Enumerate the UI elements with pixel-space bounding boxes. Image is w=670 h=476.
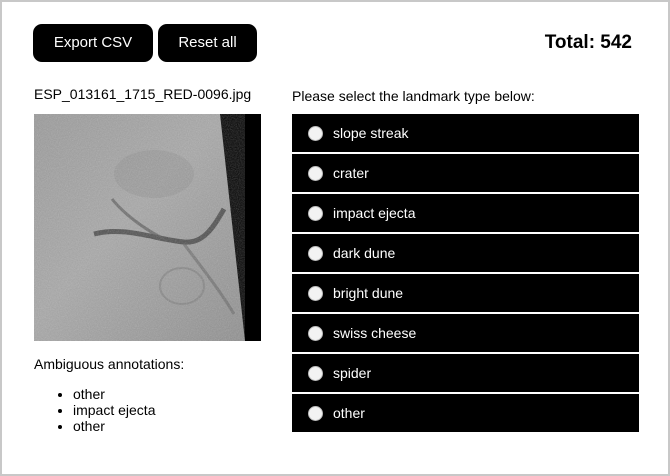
option-label: dark dune bbox=[333, 245, 396, 261]
reset-all-button[interactable]: Reset all bbox=[158, 24, 257, 62]
option-crater[interactable]: crater bbox=[292, 154, 639, 192]
selection-prompt: Please select the landmark type below: bbox=[292, 88, 535, 104]
list-item: other bbox=[73, 386, 155, 402]
landmark-image bbox=[34, 114, 261, 341]
radio-icon[interactable] bbox=[308, 405, 323, 421]
option-label: impact ejecta bbox=[333, 205, 416, 221]
radio-icon[interactable] bbox=[308, 165, 323, 181]
landmark-options: slope streak crater impact ejecta dark d… bbox=[292, 114, 639, 434]
image-filename: ESP_013161_1715_RED-0096.jpg bbox=[34, 86, 252, 102]
list-item: other bbox=[73, 418, 155, 434]
app-frame: Export CSV Reset all Total: 542 ESP_0131… bbox=[0, 0, 670, 476]
ambiguous-annotations-list: other impact ejecta other bbox=[56, 386, 155, 434]
radio-icon[interactable] bbox=[308, 285, 323, 301]
option-label: swiss cheese bbox=[333, 325, 417, 341]
option-other[interactable]: other bbox=[292, 394, 639, 432]
option-label: spider bbox=[333, 365, 372, 381]
radio-icon[interactable] bbox=[308, 325, 323, 341]
radio-icon[interactable] bbox=[308, 365, 323, 381]
option-impact-ejecta[interactable]: impact ejecta bbox=[292, 194, 639, 232]
option-label: crater bbox=[333, 165, 369, 181]
mars-terrain-image bbox=[34, 114, 245, 341]
option-slope-streak[interactable]: slope streak bbox=[292, 114, 639, 152]
option-dark-dune[interactable]: dark dune bbox=[292, 234, 639, 272]
option-label: bright dune bbox=[333, 285, 404, 301]
export-csv-button[interactable]: Export CSV bbox=[33, 24, 153, 62]
radio-icon[interactable] bbox=[308, 245, 323, 261]
total-count: Total: 542 bbox=[544, 32, 632, 53]
option-spider[interactable]: spider bbox=[292, 354, 639, 392]
ambiguous-annotations-label: Ambiguous annotations: bbox=[34, 356, 185, 372]
radio-icon[interactable] bbox=[308, 125, 323, 141]
option-bright-dune[interactable]: bright dune bbox=[292, 274, 639, 312]
option-swiss-cheese[interactable]: swiss cheese bbox=[292, 314, 639, 352]
option-label: other bbox=[333, 405, 365, 421]
radio-icon[interactable] bbox=[308, 205, 323, 221]
list-item: impact ejecta bbox=[73, 402, 155, 418]
option-label: slope streak bbox=[333, 125, 409, 141]
